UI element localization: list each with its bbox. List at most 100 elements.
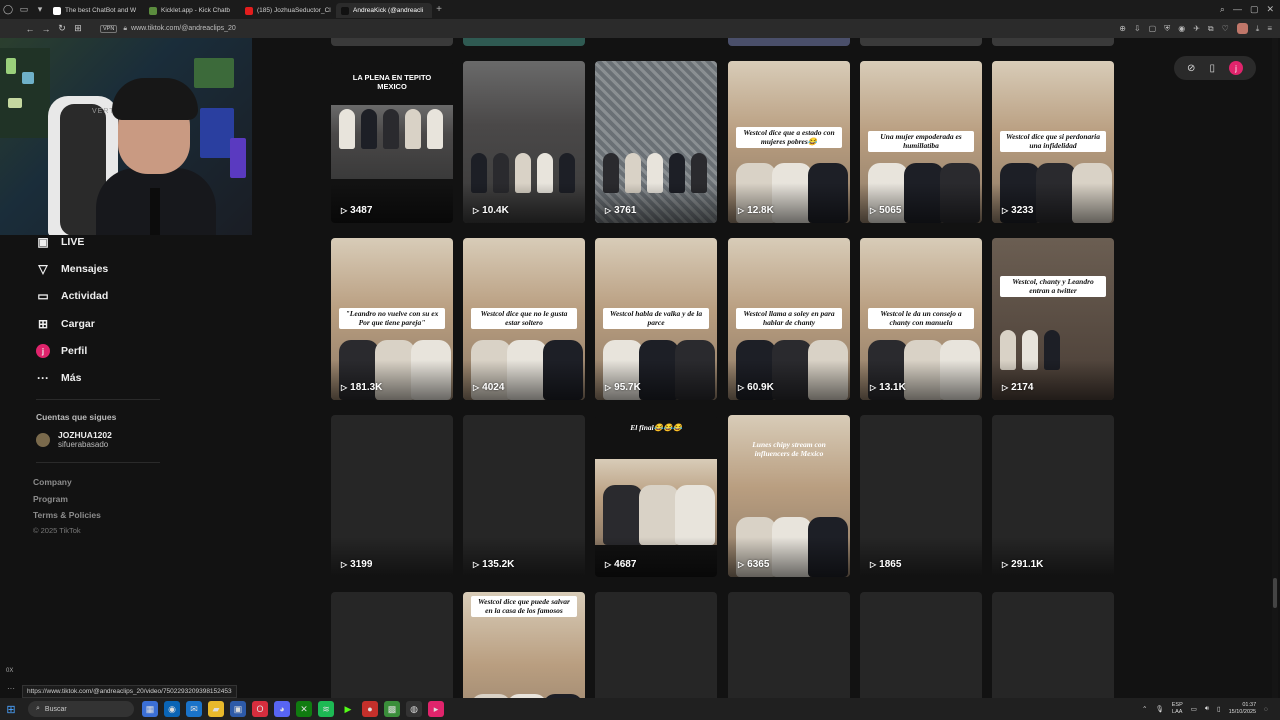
microphone-icon[interactable]: 🎙︎ [1155,705,1163,713]
video-card[interactable] [860,592,982,698]
video-card[interactable]: Westcol dice que si perdonaria una infid… [992,61,1114,223]
taskbar-search[interactable]: ⌕ Buscar [28,701,134,717]
nav-item-ms[interactable]: ··· Más [36,371,81,385]
forward-icon[interactable]: → [38,24,54,34]
media-icon[interactable]: ▸ [428,701,444,717]
play-icon: ▷ [870,560,877,569]
tray-chevron-icon[interactable]: ⌃ [1142,705,1147,713]
video-card-partial[interactable] [331,38,453,46]
downloads-icon[interactable]: ⤓ [1256,24,1260,34]
video-card[interactable] [595,592,717,698]
video-card[interactable] [992,592,1114,698]
more-icon[interactable]: ··· [7,684,15,693]
translate-icon[interactable]: ✈ [1193,24,1200,33]
discord-icon[interactable]: ◕ [274,701,290,717]
extension-icon[interactable]: ◉ [1178,24,1185,33]
language-indicator[interactable]: ESP LAA [1172,702,1183,716]
footer-link-terms[interactable]: Terms & Policies [33,510,101,520]
tab-overview-icon[interactable]: ▭ [16,0,32,19]
footer-link-program[interactable]: Program [33,494,68,504]
maximize-icon[interactable]: ▢ [1250,4,1259,15]
scrollbar[interactable] [1272,38,1278,698]
opera-icon[interactable]: O [252,701,268,717]
screenshot-icon[interactable]: ▢ [1149,24,1157,33]
store-icon[interactable]: ▣ [230,701,246,717]
close-window-icon[interactable]: ✕ [1266,4,1274,15]
device-icon[interactable]: ▯ [1209,63,1215,74]
video-card[interactable]: ▷ 3199 [331,415,453,577]
xbox-icon[interactable]: ✕ [296,701,312,717]
video-card[interactable]: Westcol dice que a estado con mujeres po… [728,61,850,223]
extensions-icon[interactable]: ⧉ [1208,24,1214,34]
profile-avatar[interactable]: j [1228,61,1243,75]
zoom-icon[interactable]: ⊕ [1119,24,1126,33]
mail-icon[interactable]: ✉ [186,701,202,717]
battery-icon[interactable]: ▯ [1217,705,1221,713]
edge-icon[interactable]: ◉ [164,701,180,717]
video-card[interactable]: Westcol dice que puede salvar en la casa… [463,592,585,698]
video-card[interactable] [331,592,453,698]
following-account[interactable]: JOZHUA1202 sifuerabasado [36,430,112,449]
video-card-partial[interactable] [860,38,982,46]
back-icon[interactable]: ← [22,24,38,34]
nav-item-mensajes[interactable]: ▽ Mensajes [36,262,108,276]
video-card[interactable] [728,592,850,698]
spotify-icon[interactable]: ≋ [318,701,334,717]
nav-item-actividad[interactable]: ▭ Actividad [36,289,108,303]
minimize-icon[interactable]: — [1233,4,1242,15]
video-card[interactable]: Westcol, chanty y Leandro entran a twitt… [992,238,1114,400]
lock-icon[interactable]: 🔒︎ [123,25,127,33]
video-card[interactable]: ▷ 1865 [860,415,982,577]
volume-icon[interactable]: 🔊︎ [1205,705,1209,713]
recorder-icon[interactable]: ● [362,701,378,717]
footer-link-company[interactable]: Company [33,477,72,487]
video-card[interactable]: Westcol habla de valka y de la parce ▷ 95.… [595,238,717,400]
video-card-partial[interactable] [728,38,850,46]
url-field[interactable]: www.tiktok.com/@andreaclips_20 [131,25,236,32]
vpn-badge[interactable]: VPN [100,24,118,33]
windows-start-icon[interactable]: ⊞ [0,703,22,716]
steam-icon[interactable]: ◍ [406,701,422,717]
video-card[interactable]: Una mujer empoderada es humillatiba ▷ 5065 [860,61,982,223]
video-card[interactable]: El final😂😂😂 ▷ 4687 [595,415,717,577]
clock[interactable]: 01:37 15/10/2025 [1229,702,1257,716]
video-card[interactable]: Westcol dice que no le gusta estar solte… [463,238,585,400]
avatar[interactable] [1236,23,1248,34]
browser-tab[interactable]: Kicklet.app - Kick Chatb [144,3,240,18]
nav-item-live[interactable]: ▣ LIVE [36,235,84,249]
video-card[interactable]: ▷ 135.2K [463,415,585,577]
new-tab-button[interactable]: + [432,4,446,15]
video-card[interactable]: ▷ 10.4K [463,61,585,223]
minecraft-icon[interactable]: ▩ [384,701,400,717]
compass-icon[interactable]: ⊘ [1187,63,1195,74]
favorite-icon[interactable]: ♡ [1222,24,1229,33]
view-count-value: 3761 [614,205,637,216]
file-explorer-icon[interactable]: ▰ [208,701,224,717]
download-icon[interactable]: ⇩ [1134,24,1141,33]
nav-item-perfil[interactable]: j Perfil [36,344,87,358]
nav-item-cargar[interactable]: ⊞ Cargar [36,317,95,331]
network-icon[interactable]: ▭ [1191,705,1197,713]
widgets-icon[interactable]: ▦ [142,701,158,717]
video-card[interactable]: ▷ 3761 [595,61,717,223]
video-card-partial[interactable] [992,38,1114,46]
search-tabs-icon[interactable]: ⌕ [1220,4,1225,15]
video-card[interactable]: Westcol llama a soley en para hablar de … [728,238,850,400]
menu-icon[interactable]: ≡ [1267,24,1272,33]
reload-icon[interactable]: ↻ [54,23,70,34]
video-card[interactable]: LA PLENA EN TEPITO MEXICO ▷ 3487 [331,61,453,223]
video-card[interactable]: Lunes chipy stream con influencers de Me… [728,415,850,577]
kick-icon[interactable]: ▶ [340,701,356,717]
tab-list-icon[interactable]: ▾ [32,0,48,19]
notifications-icon[interactable]: ◌ [1264,706,1268,713]
video-card[interactable]: "Leandro no vuelve con su ex Por que tie… [331,238,453,400]
video-card-partial[interactable] [463,38,585,46]
browser-tab[interactable]: AndreaKick (@andreacli [336,3,432,18]
browser-tab[interactable]: (185) JozhuaSeductor_Cl [240,3,336,18]
browser-logo-icon[interactable]: ◯ [0,0,16,19]
video-card[interactable]: ▷ 291.1K [992,415,1114,577]
video-card[interactable]: Westcol le da un consejo a chanty con ma… [860,238,982,400]
speed-dial-icon[interactable]: ⊞ [70,23,86,34]
browser-tab[interactable]: The best ChatBot and W [48,3,144,18]
shield-icon[interactable]: ⛨ [1164,24,1170,34]
